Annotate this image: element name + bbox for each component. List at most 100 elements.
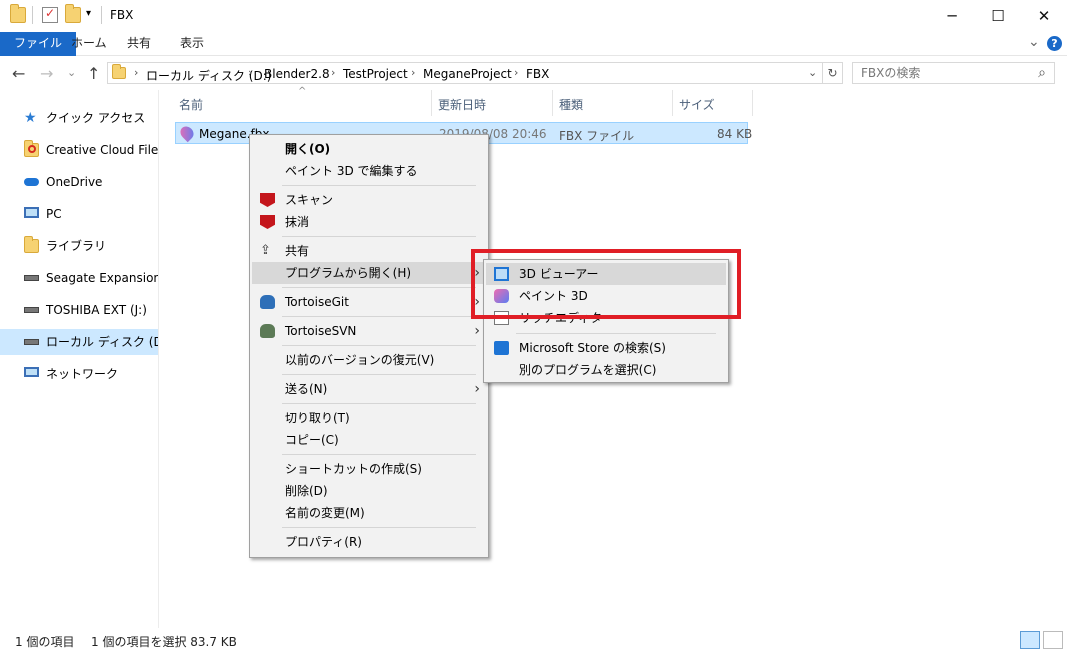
column-header-name[interactable]: 名前 (179, 96, 203, 113)
status-selection: 1 個の項目を選択 83.7 KB (91, 635, 237, 649)
tab-share[interactable]: 共有 (113, 32, 165, 56)
menu-item-edit-paint3d[interactable]: ペイント 3D で編集する (252, 160, 486, 182)
folder-icon (112, 64, 126, 79)
menu-item-restore-versions[interactable]: 以前のバージョンの復元(V) (252, 349, 486, 371)
menu-separator (282, 374, 476, 375)
menu-item-shred[interactable]: 抹消 (252, 211, 486, 233)
highlight-box (471, 249, 741, 319)
menu-separator (282, 287, 476, 288)
menu-item-label: 共有 (285, 244, 310, 258)
address-bar[interactable]: › ローカル ディスク (D:) › Blender2.8 › TestProj… (107, 62, 823, 84)
back-button[interactable]: ← (12, 64, 25, 83)
menu-item-scan[interactable]: スキャン (252, 189, 486, 211)
file-size: 84 KB (717, 127, 753, 141)
sidebar-item-onedrive[interactable]: OneDrive (0, 169, 158, 195)
menu-item-open-with[interactable]: プログラムから開く(H) › (252, 262, 486, 284)
qat-dropdown-icon[interactable]: ▾ (86, 8, 91, 19)
ribbon-expand-icon[interactable]: ⌄ (1028, 34, 1040, 50)
menu-item-copy[interactable]: コピー(C) (252, 429, 486, 451)
tortoisesvn-icon (260, 324, 275, 338)
menu-item-create-shortcut[interactable]: ショートカットの作成(S) (252, 458, 486, 480)
menu-separator (282, 185, 476, 186)
submenu-item-choose-program[interactable]: 別のプログラムを選択(C) (486, 359, 726, 381)
submenu-item-store-search[interactable]: Microsoft Store の検索(S) (486, 337, 726, 359)
breadcrumb-blender[interactable]: Blender2.8 (264, 67, 330, 81)
menu-item-delete[interactable]: 削除(D) (252, 480, 486, 502)
details-view-button[interactable] (1020, 631, 1040, 649)
breadcrumb-separator[interactable]: › (331, 66, 335, 79)
properties-icon[interactable]: ✓ (42, 6, 58, 23)
new-folder-icon[interactable] (65, 4, 81, 23)
sidebar-item-creative-cloud[interactable]: Creative Cloud Files (0, 137, 158, 163)
search-placeholder: FBXの検索 (861, 66, 921, 80)
breadcrumb-separator[interactable]: › (248, 66, 252, 79)
column-separator[interactable] (752, 90, 753, 116)
breadcrumb-fbx[interactable]: FBX (526, 67, 549, 81)
file-type: FBX ファイル (559, 129, 635, 143)
chevron-right-icon: › (474, 381, 480, 397)
sidebar-item-pc[interactable]: PC (0, 201, 158, 227)
title-bar: ✓ ▾ FBX ─ ☐ ✕ (0, 0, 1067, 32)
computer-icon (24, 207, 39, 218)
menu-item-rename[interactable]: 名前の変更(M) (252, 502, 486, 524)
column-separator[interactable] (552, 90, 553, 116)
breadcrumb-meganeproject[interactable]: MeganeProject (423, 67, 512, 81)
sidebar-item-local-disk[interactable]: ローカル ディスク (D:) (0, 329, 158, 355)
sort-indicator-icon: ^ (298, 86, 307, 97)
close-button[interactable]: ✕ (1021, 0, 1067, 32)
address-dropdown-icon[interactable]: ⌄ (808, 66, 817, 79)
sidebar-item-label: ライブラリ (46, 239, 107, 253)
column-header-type[interactable]: 種類 (559, 96, 583, 113)
window-title: FBX (110, 8, 134, 22)
large-icons-view-button[interactable] (1043, 631, 1063, 649)
menu-separator (282, 316, 476, 317)
divider (101, 6, 102, 24)
forward-button[interactable]: → (40, 64, 53, 83)
up-button[interactable]: ↑ (87, 64, 100, 83)
divider (32, 6, 33, 24)
column-header-modified[interactable]: 更新日時 (438, 96, 486, 113)
menu-separator (282, 403, 476, 404)
menu-separator (282, 454, 476, 455)
column-separator[interactable] (431, 90, 432, 116)
sidebar-item-label: ネットワーク (46, 367, 119, 381)
minimize-button[interactable]: ─ (929, 0, 975, 32)
menu-item-properties[interactable]: プロパティ(R) (252, 531, 486, 553)
tab-view[interactable]: 表示 (166, 32, 218, 56)
column-header-size[interactable]: サイズ (679, 96, 715, 113)
sidebar-item-quick-access[interactable]: ★ クイック アクセス (0, 105, 158, 131)
breadcrumb-local-disk[interactable]: ローカル ディスク (D:) (146, 67, 271, 84)
column-separator[interactable] (672, 90, 673, 116)
mcafee-icon (260, 215, 275, 229)
recent-locations-icon[interactable]: ⌄ (67, 66, 76, 79)
network-icon (24, 367, 39, 377)
refresh-button[interactable]: ↻ (823, 62, 843, 84)
menu-item-label: プログラムから開く(H) (285, 266, 412, 280)
sidebar-item-toshiba[interactable]: TOSHIBA EXT (J:) (0, 297, 158, 323)
menu-item-label: Microsoft Store の検索(S) (519, 341, 666, 355)
chevron-right-icon: › (474, 323, 480, 339)
menu-item-tortoisesvn[interactable]: TortoiseSVN › (252, 320, 486, 342)
menu-item-send-to[interactable]: 送る(N) › (252, 378, 486, 400)
help-icon[interactable]: ? (1047, 36, 1062, 51)
creative-cloud-icon (24, 140, 39, 157)
breadcrumb-separator[interactable]: › (411, 66, 415, 79)
menu-item-open[interactable]: 開く(O) (252, 138, 486, 160)
menu-item-cut[interactable]: 切り取り(T) (252, 407, 486, 429)
menu-separator (282, 527, 476, 528)
menu-item-share[interactable]: ⇪ 共有 (252, 240, 486, 262)
menu-item-tortoisegit[interactable]: TortoiseGit › (252, 291, 486, 313)
tab-home[interactable]: ホーム (57, 32, 121, 56)
sidebar-item-label: TOSHIBA EXT (J:) (46, 303, 147, 317)
breadcrumb-testproject[interactable]: TestProject (343, 67, 408, 81)
breadcrumb-separator[interactable]: › (514, 66, 518, 79)
sidebar-item-library[interactable]: ライブラリ (0, 233, 158, 259)
sidebar-item-seagate[interactable]: Seagate Expansion Dr (0, 265, 158, 291)
breadcrumb-separator[interactable]: › (134, 66, 138, 79)
sidebar-item-network[interactable]: ネットワーク (0, 361, 158, 387)
library-icon (24, 236, 39, 253)
sidebar-item-label: PC (46, 207, 62, 221)
maximize-button[interactable]: ☐ (975, 0, 1021, 32)
search-input[interactable]: FBXの検索 ⌕ (852, 62, 1055, 84)
cloud-icon (24, 178, 39, 186)
